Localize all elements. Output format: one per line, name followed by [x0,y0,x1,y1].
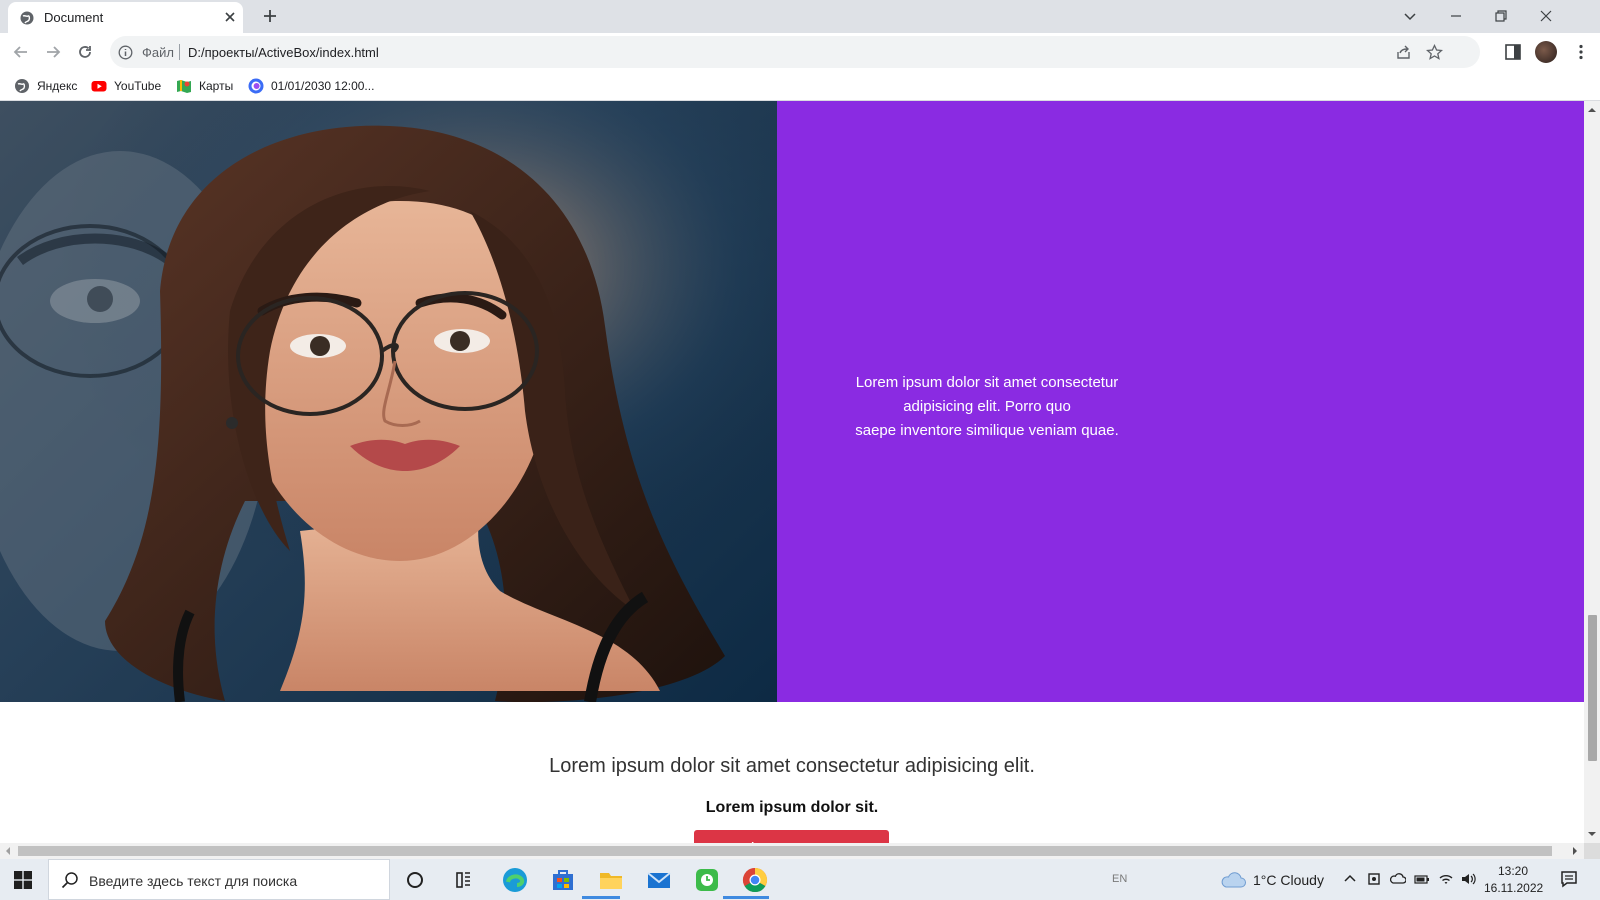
profile-avatar[interactable] [1535,41,1557,63]
section-subheading: Lorem ipsum dolor sit. [705,799,879,816]
globe-icon [15,79,29,93]
close-window-icon[interactable] [1536,6,1556,26]
side-panel-icon[interactable] [1504,43,1522,61]
bookmark-label: Яндекс [37,79,78,93]
scrollbar-corner [1584,843,1600,859]
task-view-icon[interactable] [400,865,430,895]
url-text[interactable]: D:/проекты/ActiveBox/index.html [188,45,379,60]
youtube-icon [91,81,107,92]
edge-icon[interactable] [500,865,530,895]
windows-taskbar: Введите здесь текст для поиска EN 1°C Cl… [0,859,1600,900]
battery-icon[interactable] [1414,871,1430,887]
minimize-icon[interactable] [1446,6,1466,26]
tab-strip: Document [0,0,1600,33]
explorer-icon[interactable] [596,865,626,895]
hero-text-panel: Lorem ipsum dolor sit amet consectetur a… [777,101,1584,702]
address-bar[interactable]: Файл D:/проекты/ActiveBox/index.html [110,36,1480,68]
widgets-icon[interactable] [448,865,478,895]
close-tab-icon[interactable] [222,9,238,25]
notification-icon[interactable] [1560,870,1578,888]
cta-button[interactable]: Learn more [694,830,889,843]
hero-text-line: Lorem ipsum dolor sit amet consectetur [855,374,1119,391]
clock-app-icon[interactable] [692,865,722,895]
hero-text-line: saepe inventore similique veniam quae. [855,422,1119,439]
globe-icon [20,11,34,25]
weather-text: 1°C Cloudy [1253,872,1324,888]
language-indicator[interactable]: EN [1112,873,1127,885]
onedrive-icon[interactable] [1390,871,1406,887]
bookmark-youtube[interactable]: YouTube [91,77,161,95]
taskbar-search-box[interactable]: Введите здесь текст для поиска [48,859,390,900]
weather-widget[interactable]: 1°C Cloudy [1220,869,1324,891]
kebab-menu-icon[interactable] [1572,43,1590,61]
restore-icon[interactable] [1491,6,1511,26]
share-icon[interactable] [1395,44,1412,61]
bookmark-app[interactable]: 01/01/2030 12:00... [248,77,374,95]
explorer-active-indicator [582,896,620,899]
taskbar-clock[interactable]: 13:20 16.11.2022 [1484,863,1544,897]
vertical-scrollbar[interactable] [1584,101,1600,843]
bookmark-star-icon[interactable] [1426,44,1443,61]
browser-tab[interactable]: Document [8,2,243,33]
horizontal-scroll-thumb[interactable] [18,846,1552,856]
vertical-scroll-thumb[interactable] [1588,615,1597,761]
scroll-left-arrow-icon[interactable] [4,847,12,855]
maps-icon [177,80,191,93]
horizontal-scrollbar[interactable] [0,843,1584,859]
site-info-icon[interactable] [118,45,133,60]
meet-icon[interactable] [1366,871,1382,887]
app-icon [248,78,264,94]
scroll-right-arrow-icon[interactable] [1571,847,1579,855]
chrome-active-indicator [723,896,769,899]
url-scheme: Файл [142,45,174,60]
scroll-up-arrow-icon[interactable] [1588,106,1596,114]
mail-icon[interactable] [644,865,674,895]
forward-icon[interactable] [43,42,63,62]
cloud-icon [1221,872,1246,888]
portrait-illustration [0,101,777,702]
scroll-down-arrow-icon[interactable] [1588,830,1596,838]
tab-title: Document [44,10,104,25]
browser-toolbar: Файл D:/проекты/ActiveBox/index.html [0,33,1600,71]
chevron-up-icon[interactable] [1342,871,1358,887]
chrome-icon[interactable] [740,865,770,895]
bookmarks-bar: Яндекс YouTube Карты 01/01/2030 12:00... [0,71,1600,101]
new-tab-icon[interactable] [262,8,278,24]
store-icon[interactable] [548,865,578,895]
wifi-icon[interactable] [1438,871,1454,887]
search-icon [61,872,78,889]
search-placeholder: Введите здесь текст для поиска [89,873,298,889]
bookmark-maps[interactable]: Карты [176,77,233,95]
back-icon[interactable] [11,42,31,62]
clock-time: 13:20 [1497,864,1529,878]
hero-text-line: adipisicing elit. Porro quo [903,398,1071,415]
url-separator [179,44,180,60]
reload-icon[interactable] [75,42,95,62]
volume-icon[interactable] [1460,871,1476,887]
bookmark-label: 01/01/2030 12:00... [271,79,375,93]
page-viewport: Lorem ipsum dolor sit amet consectetur a… [0,101,1584,843]
clock-date: 16.11.2022 [1484,881,1544,895]
hero-paragraph: Lorem ipsum dolor sit amet consectetur a… [827,371,1147,443]
section-lead-text: Lorem ipsum dolor sit amet consectetur a… [549,755,1035,777]
bookmark-label: Карты [199,79,234,93]
bookmark-label: YouTube [114,79,162,93]
hero-portrait-image [0,101,777,702]
bookmark-yandex[interactable]: Яндекс [14,77,77,95]
tab-search-icon[interactable] [1400,6,1420,26]
windows-start-icon[interactable] [14,871,32,889]
